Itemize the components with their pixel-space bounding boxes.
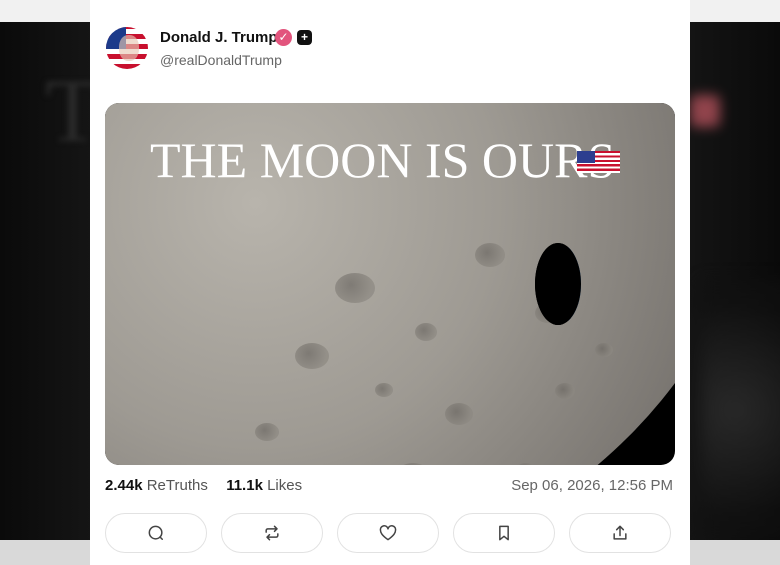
image-headline: THE MOON IS OURS bbox=[150, 132, 616, 188]
like-button[interactable] bbox=[337, 513, 439, 553]
plus-badge-icon: + bbox=[297, 30, 312, 45]
retruths-count[interactable]: 2.44k bbox=[105, 477, 143, 494]
us-flag-icon bbox=[577, 151, 620, 173]
share-button[interactable] bbox=[569, 513, 671, 553]
author-name[interactable]: Donald J. Trump bbox=[160, 29, 278, 46]
likes-label[interactable]: Likes bbox=[267, 477, 302, 494]
earth-crescent bbox=[535, 243, 581, 325]
retruth-button[interactable] bbox=[221, 513, 323, 553]
heart-icon bbox=[379, 525, 397, 541]
share-icon bbox=[613, 525, 627, 540]
post-card: Donald J. Trump ✓ + @realDonaldTrump THE… bbox=[90, 0, 690, 565]
avatar[interactable] bbox=[106, 27, 148, 69]
likes-count[interactable]: 11.1k bbox=[226, 477, 263, 494]
engagement-stats: 2.44k ReTruths 11.1k Likes bbox=[105, 477, 302, 494]
reply-button[interactable] bbox=[105, 513, 207, 553]
repost-icon bbox=[265, 525, 279, 541]
post-timestamp[interactable]: Sep 06, 2026, 12:56 PM bbox=[511, 477, 673, 494]
bookmark-button[interactable] bbox=[453, 513, 555, 553]
background-ghost-flag bbox=[690, 95, 720, 127]
bookmark-icon bbox=[499, 525, 509, 541]
post-image[interactable]: THE MOON IS OURS bbox=[105, 103, 675, 465]
background-ghost-moon bbox=[700, 280, 780, 540]
comment-icon bbox=[148, 525, 163, 540]
author-handle[interactable]: @realDonaldTrump bbox=[160, 52, 282, 68]
verified-check-icon: ✓ bbox=[275, 29, 292, 46]
retruths-label[interactable]: ReTruths bbox=[147, 477, 208, 494]
